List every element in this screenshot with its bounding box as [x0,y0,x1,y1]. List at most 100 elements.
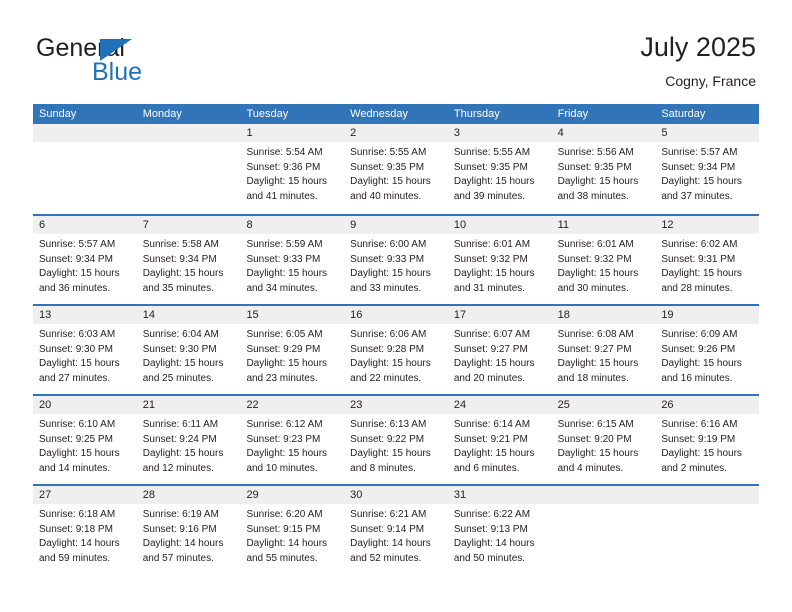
day-detail-line: Daylight: 15 hours [453,176,535,187]
day-detail-line: Sunrise: 6:15 AM [557,419,634,430]
day-number [655,486,760,504]
day-cell-11[interactable]: 11 Sunrise: 6:01 AM Sunset: 9:32 PM Dayligh… [551,216,656,304]
day-cell-20[interactable]: 20 Sunrise: 6:10 AM Sunset: 9:25 PM Dayligh… [33,396,137,484]
day-details: Sunrise: 6:01 AM Sunset: 9:32 PM Daylight:… [448,234,552,296]
day-cell-7[interactable]: 7 Sunrise: 5:58 AM Sunset: 9:34 PM Daylight… [136,216,241,304]
day-cell-13[interactable]: 13 Sunrise: 6:03 AM Sunset: 9:30 PM Dayligh… [33,306,137,394]
day-cell-14[interactable]: 14 Sunrise: 6:04 AM Sunset: 9:30 PM Dayligh… [136,306,241,394]
day-number: 3 [447,124,552,142]
day-detail-line: and 10 minutes. [246,462,318,474]
day-cell-28[interactable]: 28 Sunrise: 6:19 AM Sunset: 9:16 PM Dayligh… [136,486,241,574]
day-detail-line: Sunset: 9:23 PM [246,433,321,445]
day-detail-line: Sunset: 9:29 PM [246,343,321,355]
day-detail-line: Sunrise: 6:14 AM [453,419,531,430]
day-details: Sunrise: 6:03 AM Sunset: 9:30 PM Daylight:… [33,324,137,386]
day-detail-line: Daylight: 15 hours [39,448,120,459]
day-detail-line: Sunrise: 5:54 AM [246,147,323,158]
day-detail-line: Daylight: 15 hours [557,268,639,279]
day-detail-line: and 27 minutes. [39,372,111,384]
day-cell-29[interactable]: 29 Sunrise: 6:20 AM Sunset: 9:15 PM Dayligh… [240,486,345,574]
day-number: 1 [240,124,345,142]
day-cell-10[interactable]: 10 Sunrise: 6:01 AM Sunset: 9:32 PM Dayligh… [447,216,552,304]
day-number: 18 [551,306,656,324]
day-detail-line: Daylight: 15 hours [246,448,328,459]
day-number: 29 [240,486,345,504]
day-cell-3[interactable]: 3 Sunrise: 5:55 AM Sunset: 9:35 PM Daylight… [447,124,552,214]
day-number: 13 [33,306,137,324]
day-number: 26 [655,396,760,414]
day-detail-line: Sunset: 9:24 PM [142,433,217,445]
general-blue-logo[interactable]: General Blue [36,34,216,88]
day-cell-5[interactable]: 5 Sunrise: 5:57 AM Sunset: 9:34 PM Daylight… [655,124,760,214]
day-cell-15[interactable]: 15 Sunrise: 6:05 AM Sunset: 9:29 PM Dayligh… [240,306,345,394]
calendar-week-row: 20 Sunrise: 6:10 AM Sunset: 9:25 PM Dayligh… [33,394,760,484]
day-cell-26[interactable]: 26 Sunrise: 6:16 AM Sunset: 9:19 PM Dayligh… [655,396,760,484]
day-number: 15 [240,306,345,324]
title-block: July 2025 Cogny, France [640,30,756,92]
day-detail-line: Sunset: 9:19 PM [661,433,736,445]
day-detail-line: and 20 minutes. [453,372,526,384]
day-cell-16[interactable]: 16 Sunrise: 6:06 AM Sunset: 9:28 PM Dayligh… [344,306,448,394]
day-cell-8[interactable]: 8 Sunrise: 5:59 AM Sunset: 9:33 PM Daylight… [240,216,345,304]
day-details: Sunrise: 6:13 AM Sunset: 9:22 PM Daylight:… [344,414,448,476]
day-details: Sunrise: 6:14 AM Sunset: 9:21 PM Daylight:… [448,414,552,476]
day-cell-25[interactable]: 25 Sunrise: 6:15 AM Sunset: 9:20 PM Dayligh… [551,396,656,484]
day-details: Sunrise: 6:07 AM Sunset: 9:27 PM Daylight:… [448,324,552,386]
page-header: General Blue July 2025 Cogny, France [0,0,792,100]
day-detail-line: and 52 minutes. [350,552,422,564]
day-detail-line: Sunset: 9:27 PM [557,343,632,355]
day-cell-23[interactable]: 23 Sunrise: 6:13 AM Sunset: 9:22 PM Dayligh… [344,396,448,484]
day-cell-30[interactable]: 30 Sunrise: 6:21 AM Sunset: 9:14 PM Dayligh… [344,486,448,574]
day-detail-line: Daylight: 15 hours [661,176,742,187]
day-number: 5 [655,124,760,142]
day-detail-line: Sunset: 9:30 PM [39,343,113,355]
day-detail-line: Daylight: 15 hours [453,448,535,459]
day-cell-18[interactable]: 18 Sunrise: 6:08 AM Sunset: 9:27 PM Dayligh… [551,306,656,394]
day-detail-line: Sunrise: 6:20 AM [246,509,323,520]
day-number: 22 [240,396,345,414]
day-detail-line: Sunrise: 6:10 AM [39,419,116,430]
day-number: 16 [344,306,448,324]
day-number: 11 [551,216,656,234]
weekday-header-friday: Friday [557,108,589,120]
day-cell-4[interactable]: 4 Sunrise: 5:56 AM Sunset: 9:35 PM Daylight… [551,124,656,214]
day-cell-2[interactable]: 2 Sunrise: 5:55 AM Sunset: 9:35 PM Daylight… [344,124,448,214]
day-detail-line: Sunrise: 5:55 AM [350,147,427,158]
day-details: Sunrise: 6:22 AM Sunset: 9:13 PM Daylight:… [448,504,552,566]
day-details: Sunrise: 6:16 AM Sunset: 9:19 PM Daylight:… [655,414,759,476]
day-details: Sunrise: 6:01 AM Sunset: 9:32 PM Daylight:… [552,234,656,296]
day-detail-line: Daylight: 15 hours [246,176,328,187]
day-details: Sunrise: 6:10 AM Sunset: 9:25 PM Daylight:… [33,414,137,476]
day-number: 6 [33,216,137,234]
day-cell-1[interactable]: 1 Sunrise: 5:54 AM Sunset: 9:36 PM Daylight… [240,124,345,214]
day-cell-empty [655,486,760,574]
day-detail-line: Daylight: 15 hours [246,358,328,369]
day-number: 12 [655,216,760,234]
day-cell-19[interactable]: 19 Sunrise: 6:09 AM Sunset: 9:26 PM Dayligh… [655,306,760,394]
day-cell-31[interactable]: 31 Sunrise: 6:22 AM Sunset: 9:13 PM Dayligh… [447,486,552,574]
day-detail-line: Sunset: 9:18 PM [39,523,113,535]
day-detail-line: Sunset: 9:35 PM [453,161,528,173]
day-detail-line: Sunrise: 6:01 AM [557,239,634,250]
day-detail-line: Sunrise: 6:06 AM [350,329,427,340]
day-cell-24[interactable]: 24 Sunrise: 6:14 AM Sunset: 9:21 PM Dayligh… [447,396,552,484]
weekday-header-tuesday: Tuesday [246,108,289,120]
day-number: 27 [33,486,137,504]
day-number: 4 [551,124,656,142]
day-detail-line: and 31 minutes. [453,282,526,294]
day-detail-line: Daylight: 15 hours [661,448,742,459]
day-cell-17[interactable]: 17 Sunrise: 6:07 AM Sunset: 9:27 PM Dayligh… [447,306,552,394]
day-detail-line: Sunrise: 6:13 AM [350,419,427,430]
day-cell-9[interactable]: 9 Sunrise: 6:00 AM Sunset: 9:33 PM Daylight… [344,216,448,304]
day-cell-27[interactable]: 27 Sunrise: 6:18 AM Sunset: 9:18 PM Dayligh… [33,486,137,574]
day-cell-6[interactable]: 6 Sunrise: 5:57 AM Sunset: 9:34 PM Daylight… [33,216,137,304]
day-detail-line: and 12 minutes. [142,462,214,474]
day-detail-line: Sunset: 9:13 PM [453,523,528,535]
day-detail-line: Sunset: 9:27 PM [453,343,528,355]
day-details: Sunrise: 6:05 AM Sunset: 9:29 PM Daylight:… [240,324,344,386]
calendar-week-row: 13 Sunrise: 6:03 AM Sunset: 9:30 PM Dayligh… [33,304,760,394]
day-detail-line: Sunset: 9:35 PM [557,161,632,173]
day-cell-12[interactable]: 12 Sunrise: 6:02 AM Sunset: 9:31 PM Dayligh… [655,216,760,304]
day-cell-22[interactable]: 22 Sunrise: 6:12 AM Sunset: 9:23 PM Dayligh… [240,396,345,484]
day-cell-21[interactable]: 21 Sunrise: 6:11 AM Sunset: 9:24 PM Dayligh… [136,396,241,484]
